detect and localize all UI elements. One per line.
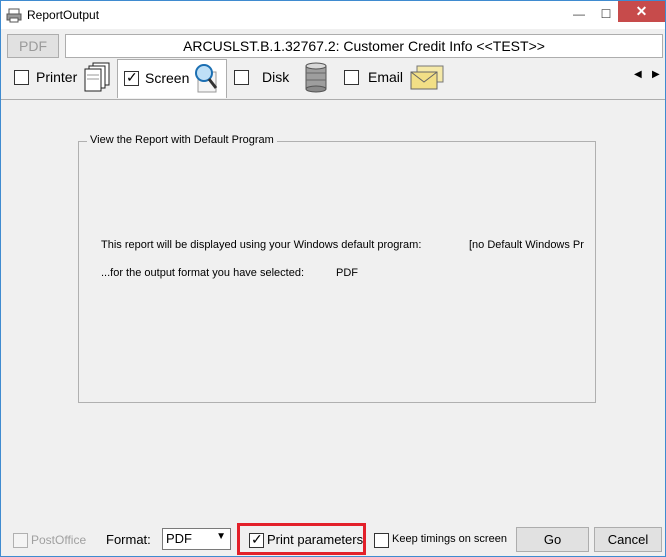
chevron-down-icon: ▼ — [216, 531, 226, 542]
tab-email[interactable]: Email — [337, 59, 447, 97]
screen-checkbox[interactable]: ✓ — [124, 69, 139, 86]
screen-options-panel: View the Report with Default Program Thi… — [1, 99, 665, 520]
format-label: Format: — [106, 532, 151, 547]
report-title-field: ARCUSLST.B.1.32767.2: Customer Credit In… — [65, 34, 663, 58]
report-header-row: PDF ARCUSLST.B.1.32767.2: Customer Credi… — [1, 31, 665, 58]
title-bar: ReportOutput — ☐ ✕ — [1, 1, 665, 29]
tab-disk-label: Disk — [262, 69, 290, 85]
group-title: View the Report with Default Program — [87, 134, 277, 146]
postoffice-label: PostOffice — [31, 533, 87, 547]
print-parameters-checkbox[interactable]: ✓ — [249, 531, 264, 548]
printer-checkbox[interactable] — [14, 70, 29, 85]
window-title: ReportOutput — [27, 8, 100, 22]
output-format-value: PDF — [336, 267, 358, 279]
default-program-group: View the Report with Default Program Thi… — [78, 134, 596, 403]
keep-timings-label: Keep timings on screen — [392, 533, 507, 545]
tab-scroll-left-icon[interactable]: ◀ — [634, 69, 642, 80]
minimize-button[interactable]: — — [564, 3, 594, 25]
email-checkbox[interactable] — [344, 70, 359, 85]
format-select[interactable]: PDF ▼ — [162, 528, 231, 550]
cancel-button[interactable]: Cancel — [594, 527, 662, 552]
format-select-value: PDF — [166, 531, 192, 546]
output-format-text: ...for the output format you have select… — [101, 267, 305, 279]
tab-scroll-right-icon[interactable]: ▶ — [652, 69, 660, 80]
default-program-value: [no Default Windows Pr — [469, 239, 584, 251]
keep-timings-checkbox[interactable] — [374, 533, 389, 548]
app-printer-icon — [6, 8, 22, 23]
database-icon — [305, 62, 327, 93]
tab-disk[interactable]: Disk — [227, 59, 335, 97]
tab-email-label: Email — [368, 69, 404, 85]
print-parameters-label: Print parameters — [267, 532, 364, 547]
tab-screen-label: Screen — [145, 70, 190, 86]
tab-screen[interactable]: ✓ Screen — [117, 59, 227, 98]
default-program-text: This report will be displayed using your… — [101, 239, 422, 251]
disk-checkbox[interactable] — [234, 70, 249, 85]
maximize-button[interactable]: ☐ — [591, 3, 621, 25]
magnifier-icon — [195, 64, 218, 93]
close-button[interactable]: ✕ — [618, 1, 665, 22]
output-destination-tabs: Printer ✓ Screen Disk Email ◀ ▶ — [1, 59, 665, 99]
postoffice-checkbox[interactable] — [13, 533, 28, 548]
printer-stack-icon — [84, 62, 110, 92]
tab-printer-label: Printer — [36, 69, 78, 85]
bottom-action-bar: PostOffice Format: PDF ▼ ✓ Print paramet… — [1, 523, 665, 557]
tab-printer[interactable]: Printer — [7, 59, 113, 97]
format-badge[interactable]: PDF — [7, 34, 59, 58]
envelope-icon — [410, 65, 444, 90]
report-output-window: ReportOutput — ☐ ✕ PDF ARCUSLST.B.1.3276… — [0, 0, 666, 557]
go-button[interactable]: Go — [516, 527, 589, 552]
